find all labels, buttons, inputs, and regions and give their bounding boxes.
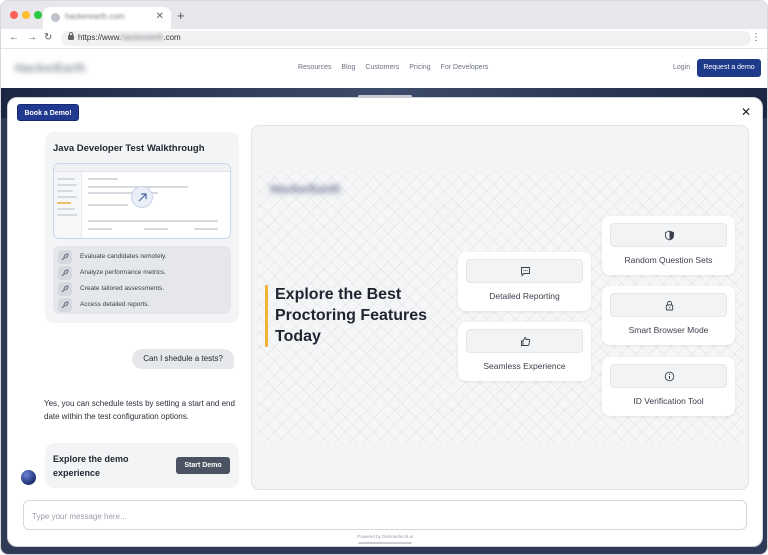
browser-window: hackerearth.com ✕ + ← → ↻ https://www.ha… — [0, 0, 768, 555]
nav-for-developers[interactable]: For Developers — [441, 64, 489, 71]
bottom-handle — [358, 542, 412, 544]
url-prefix: https://www. — [78, 33, 122, 42]
info-icon — [610, 364, 727, 388]
rocket-icon — [58, 266, 72, 280]
lock-icon — [68, 32, 74, 40]
rocket-icon — [58, 250, 72, 264]
thumbnail-line — [88, 228, 112, 230]
start-demo-card: Explore the demo experience Start Demo — [45, 443, 239, 488]
feature-card-label: Detailed Reporting — [489, 291, 560, 301]
close-window-button[interactable] — [10, 11, 18, 19]
login-link[interactable]: Login — [673, 64, 690, 71]
feature-card-label: Smart Browser Mode — [628, 325, 709, 335]
url-text: https://www.hackerearth.com — [78, 33, 181, 42]
back-arrow-icon[interactable]: ← — [9, 32, 19, 44]
rocket-icon — [58, 282, 72, 296]
new-tab-icon[interactable]: + — [177, 9, 185, 22]
feature-text: Create tailored assessments. — [80, 285, 165, 292]
feature-card-seamless-experience: Seamless Experience — [458, 322, 591, 381]
thumbnail-sidebar — [54, 172, 82, 238]
favicon-icon — [51, 13, 60, 22]
thumbnail-line — [57, 190, 73, 192]
shield-icon — [610, 223, 727, 247]
tab-title: hackerearth.com — [65, 12, 125, 21]
thumbnail-line — [57, 184, 77, 186]
thumbnail-line — [194, 228, 218, 230]
lock-icon — [610, 293, 727, 317]
nav-pricing[interactable]: Pricing — [409, 64, 430, 71]
feature-card-id-verification-tool: ID Verification Tool — [602, 357, 735, 416]
thumbnail-topbar — [54, 164, 230, 172]
start-demo-button[interactable]: Start Demo — [176, 457, 230, 474]
minimize-window-button[interactable] — [22, 11, 30, 19]
walkthrough-feature-list: Evaluate candidates remotely. Analyze pe… — [53, 246, 231, 314]
feature-card-smart-browser-mode: Smart Browser Mode — [602, 286, 735, 345]
browser-menu-icon[interactable]: ⋮ — [751, 32, 761, 44]
feature-card-random-question-sets: Random Question Sets — [602, 216, 735, 275]
tab-close-icon[interactable]: ✕ — [156, 11, 164, 23]
thumbnail-line — [57, 214, 77, 216]
feature-text: Analyze performance metrics. — [80, 269, 166, 276]
open-walkthrough-icon[interactable] — [131, 186, 153, 208]
rocket-icon — [58, 298, 72, 312]
url-domain: hackerearth — [121, 33, 164, 42]
nav-customers[interactable]: Customers — [365, 64, 399, 71]
bot-avatar — [21, 470, 36, 485]
site-header: HackerEarth Resources Blog Customers Pri… — [1, 50, 767, 88]
thumbs-up-icon — [466, 329, 583, 353]
feature-card-detailed-reporting: Detailed Reporting — [458, 252, 591, 311]
chat-icon — [466, 259, 583, 283]
feature-preview-panel: HackerEarth Explore the Best Proctoring … — [251, 125, 749, 490]
feature-text: Evaluate candidates remotely. — [80, 253, 167, 260]
walkthrough-thumbnail[interactable] — [53, 163, 231, 239]
reload-icon[interactable]: ↻ — [44, 32, 52, 44]
nav-resources[interactable]: Resources — [298, 64, 331, 71]
slide-logo: HackerEarth — [270, 182, 341, 196]
book-demo-button[interactable]: Book a Demo! — [17, 104, 79, 121]
powered-by-text: Powered by Delonaidecol.ai — [357, 534, 413, 539]
address-row: ← → ↻ https://www.hackerearth.com ⋮ — [1, 29, 767, 49]
walkthrough-title: Java Developer Test Walkthrough — [53, 143, 205, 154]
site-logo[interactable]: HackerEarth — [15, 61, 86, 75]
close-icon[interactable]: ✕ — [741, 105, 751, 119]
message-input-container — [23, 500, 747, 530]
thumbnail-line — [88, 178, 118, 180]
url-bar[interactable]: https://www.hackerearth.com — [61, 31, 751, 46]
headline-accent-bar — [265, 285, 268, 347]
thumbnail-line — [57, 202, 71, 204]
thumbnail-line — [144, 228, 168, 230]
feature-text: Access detailed reports. — [80, 301, 150, 308]
feature-card-label: Seamless Experience — [483, 361, 566, 371]
request-demo-button[interactable]: Request a demo — [697, 59, 761, 77]
tab-bar: hackerearth.com ✕ + — [1, 1, 767, 29]
feature-slide: HackerEarth Explore the Best Proctoring … — [258, 171, 744, 444]
nav-blog[interactable]: Blog — [341, 64, 355, 71]
message-input[interactable] — [32, 509, 732, 523]
feature-card-label: ID Verification Tool — [633, 396, 704, 406]
demo-card-text: Explore the demo experience — [53, 454, 129, 478]
slide-headline: Explore the Best Proctoring Features Tod… — [275, 286, 428, 345]
thumbnail-line — [57, 208, 75, 210]
thumbnail-line — [88, 204, 128, 206]
feature-card-label: Random Question Sets — [624, 255, 713, 265]
maximize-window-button[interactable] — [34, 11, 42, 19]
modal-drag-handle[interactable] — [358, 95, 412, 98]
thumbnail-line — [57, 178, 75, 180]
browser-tab[interactable]: hackerearth.com ✕ — [43, 7, 171, 29]
user-message-bubble: Can I shedule a tests? — [132, 349, 234, 369]
url-suffix: .com — [163, 33, 181, 42]
walkthrough-card: Java Developer Test Walkthrough Evaluate… — [45, 132, 239, 323]
forward-arrow-icon[interactable]: → — [27, 32, 37, 44]
thumbnail-line — [57, 196, 77, 198]
bot-message: Yes, you can schedule tests by setting a… — [44, 399, 235, 421]
site-nav: Resources Blog Customers Pricing For Dev… — [298, 64, 496, 71]
thumbnail-line — [88, 220, 218, 222]
